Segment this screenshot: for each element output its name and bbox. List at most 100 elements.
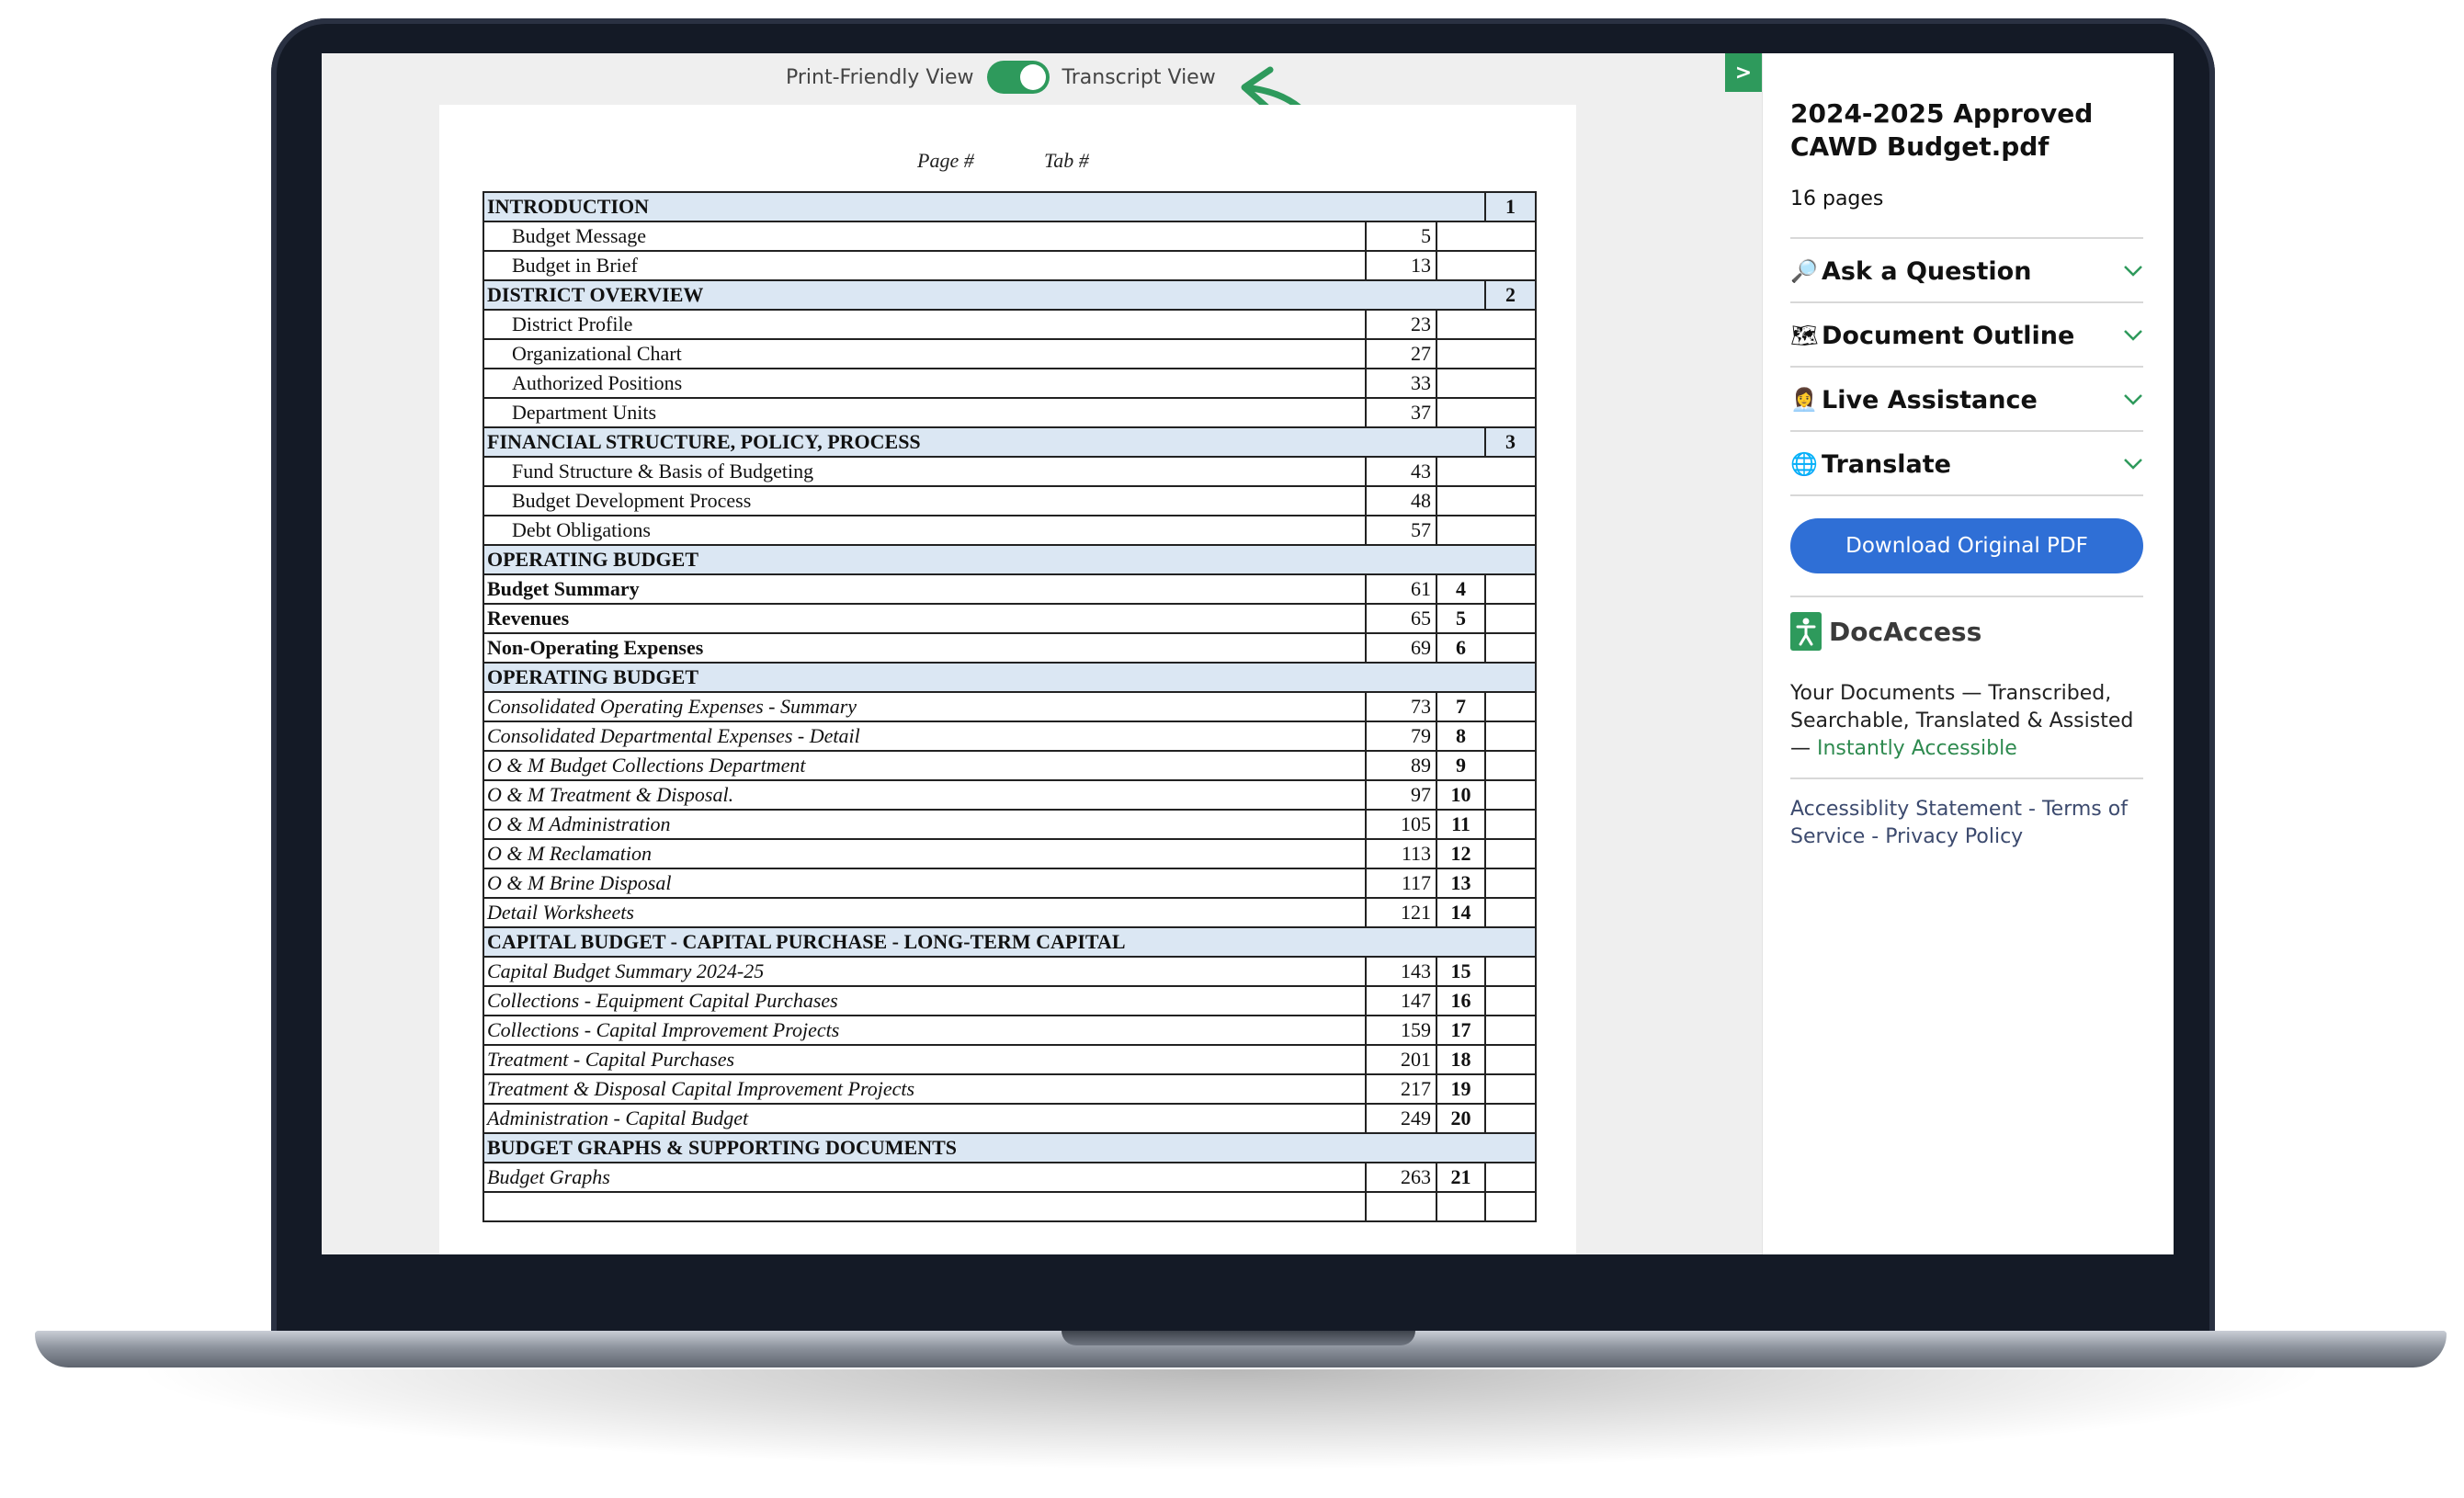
toc-page-number: 89 [1365, 750, 1437, 781]
toc-page-number: 263 [1365, 1162, 1437, 1193]
toc-empty-cell [1484, 985, 1537, 1016]
toc-section-row: FINANCIAL STRUCTURE, POLICY, PROCESS 3 [483, 426, 1537, 458]
toc-entry-row: Budget Graphs 263 21 [483, 1162, 1537, 1193]
toc-entry-title [483, 1191, 1367, 1222]
brand-name: DocAccess [1829, 616, 1982, 647]
toc-entry-row: Organizational Chart 27 [483, 338, 1537, 369]
print-friendly-view-label[interactable]: Print-Friendly View [786, 66, 974, 89]
toc-section-row: OPERATING BUDGET [483, 544, 1537, 575]
chevron-down-icon [2124, 330, 2142, 341]
toc-page-number: 217 [1365, 1073, 1437, 1105]
toc-page-number: 79 [1365, 721, 1437, 752]
toc-entry-title: Budget Graphs [483, 1162, 1367, 1193]
accessibility-statement-link[interactable]: Accessiblity Statement [1790, 798, 2022, 821]
toc-tab-number: 9 [1436, 750, 1486, 781]
toc-empty-cell [1484, 809, 1537, 840]
toc-entry-title: Treatment - Capital Purchases [483, 1044, 1367, 1075]
divider [1790, 596, 2143, 597]
page-count: 16 pages [1790, 187, 1884, 210]
toc-entry-title: O & M Treatment & Disposal. [483, 779, 1367, 811]
toc-entry-title: Collections - Equipment Capital Purchase… [483, 985, 1367, 1016]
toc-tab-number: 18 [1436, 1044, 1486, 1075]
toc-tab-number: 4 [1436, 573, 1486, 605]
download-original-pdf-button[interactable]: Download Original PDF [1790, 518, 2143, 573]
toc-page-number: 37 [1365, 397, 1437, 428]
toc-empty-cell [1484, 1044, 1537, 1075]
toc-entry-row: Treatment & Disposal Capital Improvement… [483, 1073, 1537, 1105]
toc-empty-cell [1436, 309, 1537, 340]
toc-tab-number: 6 [1436, 632, 1486, 664]
toc-empty-cell [1484, 603, 1537, 634]
toc-section-row: DISTRICT OVERVIEW 2 [483, 279, 1537, 311]
view-toggle-switch[interactable] [986, 61, 1050, 94]
toc-section-row: INTRODUCTION 1 [483, 191, 1537, 222]
toc-tab-number: 20 [1436, 1103, 1486, 1134]
toc-empty-cell [1484, 1191, 1537, 1222]
toc-entry-title: Debt Obligations [483, 515, 1367, 546]
toc-entry-row: O & M Administration 105 11 [483, 809, 1537, 840]
document-page: Page # Tab # INTRODUCTION 1 Budget Message… [439, 105, 1576, 1254]
toc-empty-cell [1436, 485, 1537, 516]
instantly-accessible-link[interactable]: Instantly Accessible [1817, 737, 2017, 760]
toc-page-number: 69 [1365, 632, 1437, 664]
toc-entry-row: Fund Structure & Basis of Budgeting 43 [483, 456, 1537, 487]
toc-tab-number: 13 [1436, 868, 1486, 899]
toc-tab-number: 14 [1436, 897, 1486, 928]
toc-entry-title: Treatment & Disposal Capital Improvement… [483, 1073, 1367, 1105]
toc-page-number [1365, 1191, 1437, 1222]
page-number-column-header: Page # [917, 149, 974, 172]
toc-entry-title: Non-Operating Expenses [483, 632, 1367, 664]
divider [1790, 494, 2143, 496]
accordion-document-outline[interactable]: 🗺 Document Outline [1790, 301, 2143, 368]
toc-page-number: 61 [1365, 573, 1437, 605]
toc-page-number: 43 [1365, 456, 1437, 487]
accordion-ask-a-question[interactable]: 🔎 Ask a Question [1790, 237, 2143, 303]
laptop-screen: Print-Friendly View Transcript View Page… [322, 53, 2174, 1254]
accordion-label: Document Outline [1822, 321, 2075, 350]
toc-page-number: 73 [1365, 691, 1437, 722]
accordion-live-assistance[interactable]: 👩‍💼 Live Assistance [1790, 366, 2143, 432]
toc-entry-title: O & M Budget Collections Department [483, 750, 1367, 781]
table-of-contents: INTRODUCTION 1 Budget Message 5 Budget in Br… [483, 191, 1537, 1222]
toc-page-number: 57 [1365, 515, 1437, 546]
toc-section-title: INTRODUCTION [483, 191, 1486, 222]
toc-empty-cell [1484, 1015, 1537, 1046]
toc-empty-cell [1436, 368, 1537, 399]
toc-entry-title: Detail Worksheets [483, 897, 1367, 928]
toc-page-number: 249 [1365, 1103, 1437, 1134]
accordion-label: Translate [1822, 449, 1951, 479]
toc-entry-title: Organizational Chart [483, 338, 1367, 369]
toc-entry-row: Collections - Equipment Capital Purchase… [483, 985, 1537, 1016]
toc-section-title: CAPITAL BUDGET - CAPITAL PURCHASE - LONG… [483, 926, 1537, 958]
toc-entry-title: Budget Summary [483, 573, 1367, 605]
toc-tab-number: 5 [1436, 603, 1486, 634]
transcript-view-label[interactable]: Transcript View [1062, 66, 1216, 89]
toc-section-row: OPERATING BUDGET [483, 662, 1537, 693]
sidebar-collapse-button[interactable]: > [1725, 53, 1762, 92]
toc-empty-cell [1436, 221, 1537, 252]
toc-section-row: CAPITAL BUDGET - CAPITAL PURCHASE - LONG… [483, 926, 1537, 958]
toc-empty-cell [1484, 1073, 1537, 1105]
toc-page-number: 201 [1365, 1044, 1437, 1075]
chevron-down-icon [2124, 459, 2142, 470]
toc-empty-cell [1484, 1103, 1537, 1134]
toc-entry-row: Revenues 65 5 [483, 603, 1537, 634]
privacy-policy-link[interactable]: Privacy Policy [1885, 825, 2023, 848]
toc-entry-row: O & M Brine Disposal 117 13 [483, 868, 1537, 899]
toc-tab-number: 15 [1436, 956, 1486, 987]
toc-page-number: 121 [1365, 897, 1437, 928]
accordion-translate[interactable]: 🌐 Translate [1790, 430, 2143, 496]
toc-entry-row: O & M Treatment & Disposal. 97 10 [483, 779, 1537, 811]
toc-empty-cell [1484, 721, 1537, 752]
toc-entry-row: Non-Operating Expenses 69 6 [483, 632, 1537, 664]
toc-entry-row: Administration - Capital Budget 249 20 [483, 1103, 1537, 1134]
toc-empty-cell [1436, 456, 1537, 487]
toc-empty-cell [1484, 632, 1537, 664]
toc-page-number: 23 [1365, 309, 1437, 340]
laptop-notch [1062, 1331, 1415, 1345]
toc-page-number: 65 [1365, 603, 1437, 634]
toc-tab-number: 12 [1436, 838, 1486, 869]
toc-entry-title: O & M Brine Disposal [483, 868, 1367, 899]
toc-entry-row: Consolidated Departmental Expenses - Det… [483, 721, 1537, 752]
toc-empty-cell [1436, 338, 1537, 369]
